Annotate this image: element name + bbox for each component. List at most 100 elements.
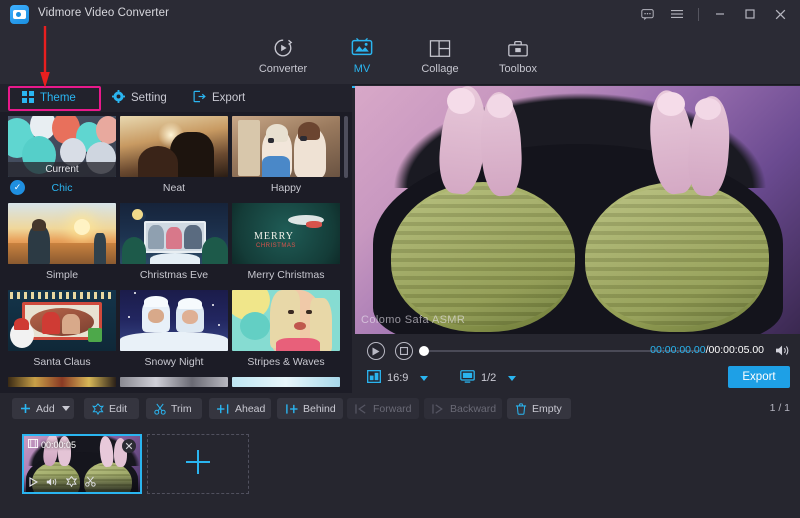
theme-name: Merry Christmas [232, 264, 340, 286]
minimize-icon[interactable] [706, 0, 734, 28]
ahead-button-label: Ahead [235, 403, 265, 415]
clip-timeline: 00:00:05 [0, 422, 800, 518]
chevron-down-icon[interactable] [420, 376, 428, 381]
empty-button[interactable]: Empty [507, 398, 571, 419]
plus-icon [20, 403, 31, 414]
seek-handle[interactable] [419, 346, 429, 356]
add-button-label: Add [36, 403, 55, 415]
mode-toolbox[interactable]: Toolbox [474, 32, 562, 84]
theme-name: Happy [232, 177, 340, 199]
chevron-down-icon[interactable] [62, 406, 70, 411]
play-icon[interactable] [367, 342, 385, 360]
timeline-clip[interactable]: 00:00:05 [22, 434, 142, 494]
theme-name: Neat [120, 177, 228, 199]
quality-control[interactable]: 1/2 [460, 370, 516, 386]
theme-item-neat[interactable]: Neat [120, 116, 228, 199]
film-icon [28, 439, 38, 450]
preview-controls: 00:00:00.00/00:00:05.00 16:9 1/2 E [355, 334, 800, 393]
video-preview[interactable]: Colomo Safa ASMR [355, 86, 800, 334]
close-icon[interactable] [766, 0, 794, 28]
speaker-icon[interactable] [775, 344, 790, 362]
theme-list-scrollbar[interactable] [344, 116, 348, 178]
behind-button[interactable]: Behind [277, 398, 343, 419]
forward-button-label: Forward [373, 403, 412, 415]
edit-icon [92, 403, 104, 415]
aspect-ratio-control[interactable]: 16:9 [367, 370, 428, 386]
menu-icon[interactable] [663, 0, 691, 28]
feedback-icon[interactable] [633, 0, 661, 28]
mode-mv[interactable]: MV [318, 32, 406, 84]
annotation-arrow-icon [38, 26, 52, 88]
theme-item-stripes-waves[interactable]: Stripes & Waves [232, 290, 340, 373]
theme-item-christmas-eve[interactable]: Christmas Eve [120, 203, 228, 286]
camera-logo-icon [10, 5, 29, 24]
tab-setting[interactable]: Setting [104, 84, 175, 112]
forward-button[interactable]: Forward [347, 398, 419, 419]
theme-thumbnail [120, 290, 228, 351]
trim-button[interactable]: Trim [146, 398, 202, 419]
theme-item-happy[interactable]: Happy [232, 116, 340, 199]
add-button[interactable]: Add [12, 398, 74, 419]
monitor-icon [460, 370, 475, 386]
theme-item-chic[interactable]: Current ✓ Chic [8, 116, 116, 199]
maximize-icon[interactable] [736, 0, 764, 28]
clip-effects-icon[interactable] [66, 474, 77, 492]
mode-converter-label: Converter [259, 63, 307, 75]
clip-action-toolbar: Add Edit Trim Ahead Behind [0, 395, 800, 422]
export-button[interactable]: Export [728, 366, 790, 388]
theme-item-santa-claus[interactable]: Santa Claus [8, 290, 116, 373]
mode-collage-label: Collage [421, 63, 458, 75]
tab-export[interactable]: Export [185, 84, 253, 112]
theme-current-label: Current [8, 162, 116, 177]
time-display: 00:00:00.00/00:00:05.00 [650, 344, 764, 356]
divider [698, 8, 699, 21]
clip-volume-icon[interactable] [46, 474, 58, 492]
stop-icon[interactable] [395, 342, 413, 360]
toolbox-icon [507, 32, 529, 59]
backward-button[interactable]: Backward [424, 398, 502, 419]
clip-scissors-icon[interactable] [85, 474, 96, 492]
scissors-icon [154, 403, 166, 415]
aspect-ratio-value: 16:9 [387, 372, 408, 384]
gear-icon [112, 90, 125, 106]
theme-item-snowy-night[interactable]: Snowy Night [120, 290, 228, 373]
theme-thumbnail [232, 116, 340, 177]
theme-item-simple[interactable]: Simple [8, 203, 116, 286]
chevron-down-icon[interactable] [508, 376, 516, 381]
tab-theme[interactable]: Theme [14, 84, 84, 112]
trim-button-label: Trim [171, 403, 192, 415]
theme-grid: Current ✓ Chic Neat [8, 116, 344, 391]
theme-thumbnail [120, 203, 228, 264]
theme-thumbnail: MERRY CHRISTMAS [232, 203, 340, 264]
clip-play-icon[interactable] [29, 474, 38, 492]
theme-item-partial[interactable] [232, 377, 340, 387]
sub-tab-bar: Theme Setting Export [0, 84, 352, 112]
grid-icon [22, 91, 34, 106]
theme-thumbnail [120, 116, 228, 177]
ahead-icon [217, 403, 230, 415]
mode-collage[interactable]: Collage [396, 32, 484, 84]
theme-item-merry-christmas[interactable]: MERRY CHRISTMAS Merry Christmas [232, 203, 340, 286]
mode-mv-label: MV [354, 63, 371, 75]
theme-thumbnail [232, 377, 340, 387]
window-controls [633, 0, 794, 28]
clip-close-icon[interactable] [122, 439, 136, 453]
mode-toolbox-label: Toolbox [499, 63, 537, 75]
app-window: Vidmore Video Converter [0, 0, 800, 518]
current-time: 00:00:00.00 [650, 344, 705, 356]
theme-item-partial[interactable] [120, 377, 228, 387]
theme-item-partial[interactable] [8, 377, 116, 387]
clip-tools [24, 474, 140, 492]
quality-value: 1/2 [481, 372, 496, 384]
backward-button-label: Backward [450, 403, 496, 415]
ahead-button[interactable]: Ahead [209, 398, 271, 419]
tab-setting-label: Setting [131, 92, 167, 104]
tab-export-label: Export [212, 92, 245, 104]
add-clip-slot[interactable] [147, 434, 249, 494]
mode-converter[interactable]: Converter [239, 32, 327, 84]
mv-icon [350, 32, 374, 59]
theme-thumbnail [232, 290, 340, 351]
edit-button[interactable]: Edit [84, 398, 139, 419]
theme-list-panel[interactable]: Current ✓ Chic Neat [0, 112, 352, 393]
check-icon: ✓ [10, 180, 25, 195]
